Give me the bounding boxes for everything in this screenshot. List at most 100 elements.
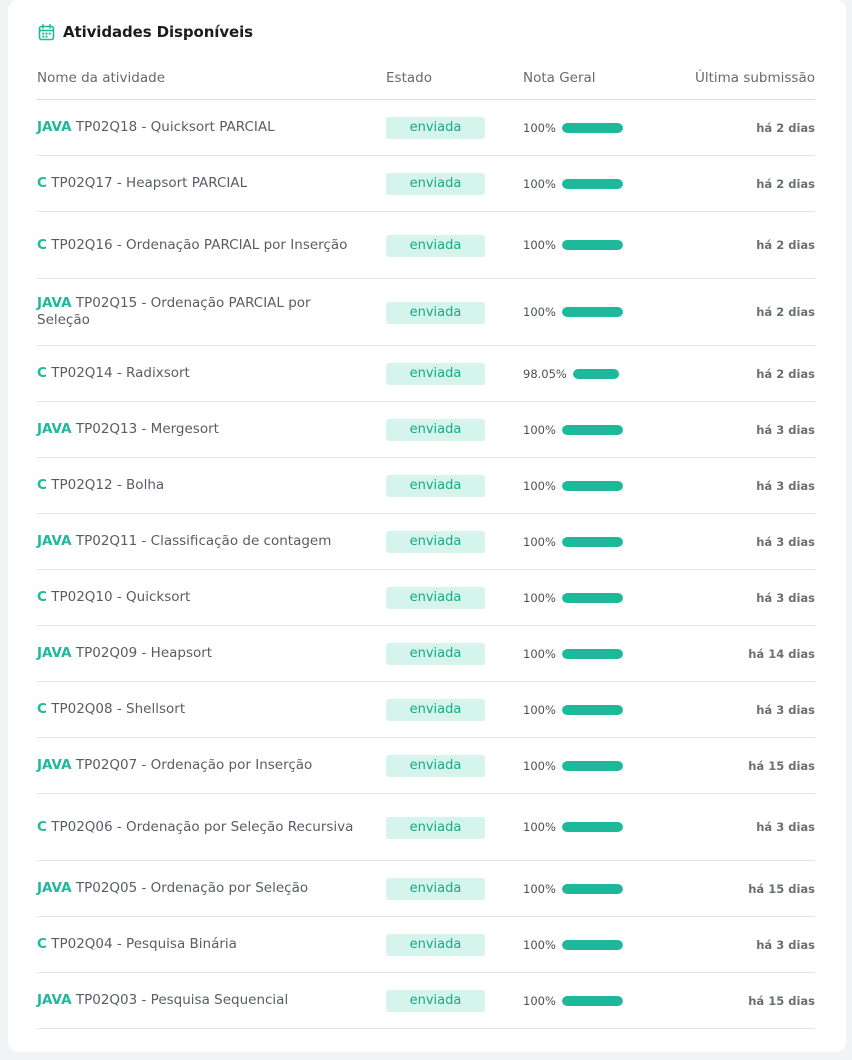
activity-name-cell[interactable]: C TP02Q16 - Ordenação PARCIAL por Inserç… <box>37 211 386 279</box>
activity-title[interactable]: TP02Q15 - Ordenação PARCIAL por Seleção <box>37 295 311 328</box>
grade-progress-fill <box>561 648 623 659</box>
header-state[interactable]: Estado <box>386 70 523 100</box>
activity-title[interactable]: TP02Q04 - Pesquisa Binária <box>51 936 237 952</box>
activity-title[interactable]: TP02Q13 - Mergesort <box>76 421 219 437</box>
state-cell: enviada <box>386 569 523 626</box>
language-label: C <box>37 936 47 952</box>
grade-cell: 100% <box>523 793 663 861</box>
last-submission-cell: há 15 dias <box>663 737 815 794</box>
activity-title[interactable]: TP02Q03 - Pesquisa Sequencial <box>76 992 288 1008</box>
status-badge: enviada <box>386 234 485 257</box>
activity-title[interactable]: TP02Q16 - Ordenação PARCIAL por Inserção <box>51 237 347 253</box>
grade-value: 100% <box>523 881 556 896</box>
table-row[interactable]: C TP02Q17 - Heapsort PARCIAL enviada 100% h… <box>37 155 815 212</box>
table-row[interactable]: JAVA TP02Q09 - Heapsort enviada 100% há 14 … <box>37 625 815 682</box>
grade-progress-fill <box>561 424 623 435</box>
table-body: JAVA TP02Q18 - Quicksort PARCIAL enviada 1… <box>37 99 815 1029</box>
table-row[interactable]: JAVA TP02Q05 - Ordenação por Seleção envi… <box>37 860 815 917</box>
activity-name-cell[interactable]: JAVA TP02Q09 - Heapsort <box>37 625 386 682</box>
activity-title[interactable]: TP02Q14 - Radixsort <box>51 365 190 381</box>
table-row[interactable]: JAVA TP02Q15 - Ordenação PARCIAL por Sel… <box>37 278 815 346</box>
header-grade[interactable]: Nota Geral <box>523 70 663 100</box>
language-label: C <box>37 818 47 835</box>
last-submission-cell: há 14 dias <box>663 625 815 682</box>
activity-title[interactable]: TP02Q11 - Classificação de contagem <box>76 533 332 549</box>
activity-name-cell[interactable]: JAVA TP02Q05 - Ordenação por Seleção <box>37 860 386 917</box>
state-cell: enviada <box>386 401 523 458</box>
status-badge: enviada <box>386 755 485 777</box>
state-cell: enviada <box>386 793 523 861</box>
activity-name-cell[interactable]: C TP02Q10 - Quicksort <box>37 569 386 626</box>
table-row[interactable]: C TP02Q12 - Bolha enviada 100% há 3 dias <box>37 457 815 514</box>
grade-progress-bar <box>561 995 623 1006</box>
language-label: JAVA <box>37 645 72 661</box>
activity-title[interactable]: TP02Q12 - Bolha <box>51 477 164 493</box>
last-submission-cell: há 3 dias <box>663 681 815 738</box>
activity-title[interactable]: TP02Q10 - Quicksort <box>51 589 190 605</box>
activity-name-cell[interactable]: JAVA TP02Q13 - Mergesort <box>37 401 386 458</box>
table-row[interactable]: C TP02Q14 - Radixsort enviada 98.05% há 2 d… <box>37 345 815 402</box>
grade-progress-bar <box>561 178 623 189</box>
last-submission-cell: há 3 dias <box>663 401 815 458</box>
grade-progress-fill <box>561 178 623 189</box>
grade-value: 100% <box>523 702 556 717</box>
last-submission-cell: há 15 dias <box>663 972 815 1029</box>
grade-cell: 100% <box>523 401 663 458</box>
table-row[interactable]: C TP02Q06 - Ordenação por Seleção Recurs… <box>37 793 815 861</box>
card-header: Atividades Disponíveis <box>38 22 253 42</box>
activity-title[interactable]: TP02Q17 - Heapsort PARCIAL <box>51 175 247 191</box>
activity-name-cell[interactable]: JAVA TP02Q15 - Ordenação PARCIAL por Sel… <box>37 278 386 346</box>
language-label: JAVA <box>37 992 72 1008</box>
activity-title[interactable]: TP02Q18 - Quicksort PARCIAL <box>76 119 275 135</box>
last-submission-cell: há 3 dias <box>663 916 815 973</box>
grade-progress-bar <box>572 368 620 379</box>
status-badge: enviada <box>386 816 485 839</box>
activity-title[interactable]: TP02Q05 - Ordenação por Seleção <box>76 880 308 896</box>
header-last-submission[interactable]: Última submissão <box>663 70 815 100</box>
grade-progress-fill <box>561 592 623 603</box>
grade-progress-fill <box>561 995 623 1006</box>
table-row[interactable]: C TP02Q04 - Pesquisa Binária enviada 100% h… <box>37 916 815 973</box>
table-row[interactable]: C TP02Q16 - Ordenação PARCIAL por Inserç… <box>37 211 815 279</box>
language-label: C <box>37 589 47 605</box>
state-cell: enviada <box>386 99 523 156</box>
activity-name-cell[interactable]: JAVA TP02Q18 - Quicksort PARCIAL <box>37 99 386 156</box>
activity-title[interactable]: TP02Q06 - Ordenação por Seleção Recursiv… <box>51 819 353 835</box>
header-name[interactable]: Nome da atividade <box>37 70 386 100</box>
table-row[interactable]: JAVA TP02Q07 - Ordenação por Inserção env… <box>37 737 815 794</box>
status-badge: enviada <box>386 699 485 721</box>
language-label: C <box>37 477 47 493</box>
grade-progress-fill <box>561 883 623 894</box>
table-row[interactable]: JAVA TP02Q11 - Classificação de contagem… <box>37 513 815 570</box>
table-row[interactable]: C TP02Q08 - Shellsort enviada 100% há 3 dia… <box>37 681 815 738</box>
state-cell: enviada <box>386 457 523 514</box>
activity-name-cell[interactable]: C TP02Q12 - Bolha <box>37 457 386 514</box>
language-label: JAVA <box>37 421 72 437</box>
activity-name-cell[interactable]: C TP02Q04 - Pesquisa Binária <box>37 916 386 973</box>
table-row[interactable]: JAVA TP02Q13 - Mergesort enviada 100% há 3 … <box>37 401 815 458</box>
table-row[interactable]: JAVA TP02Q18 - Quicksort PARCIAL enviada 1… <box>37 99 815 156</box>
language-label: JAVA <box>37 119 72 135</box>
activity-title[interactable]: TP02Q09 - Heapsort <box>76 645 212 661</box>
state-cell: enviada <box>386 681 523 738</box>
activity-name-cell[interactable]: C TP02Q14 - Radixsort <box>37 345 386 402</box>
grade-cell: 100% <box>523 211 663 279</box>
grade-value: 100% <box>523 590 556 605</box>
activity-name-cell[interactable]: C TP02Q08 - Shellsort <box>37 681 386 738</box>
grade-cell: 100% <box>523 99 663 156</box>
table-row[interactable]: C TP02Q10 - Quicksort enviada 100% há 3 dia… <box>37 569 815 626</box>
activity-name-cell[interactable]: C TP02Q17 - Heapsort PARCIAL <box>37 155 386 212</box>
grade-cell: 100% <box>523 681 663 738</box>
grade-progress-bar <box>561 480 623 491</box>
activity-name-cell[interactable]: C TP02Q06 - Ordenação por Seleção Recurs… <box>37 793 386 861</box>
activity-name-cell[interactable]: JAVA TP02Q03 - Pesquisa Sequencial <box>37 972 386 1029</box>
table-row[interactable]: JAVA TP02Q03 - Pesquisa Sequencial enviad… <box>37 972 815 1029</box>
state-cell: enviada <box>386 155 523 212</box>
activity-title[interactable]: TP02Q07 - Ordenação por Inserção <box>76 757 312 773</box>
activity-name-cell[interactable]: JAVA TP02Q11 - Classificação de contagem <box>37 513 386 570</box>
grade-progress-fill <box>561 760 623 771</box>
grade-progress-bar <box>561 704 623 715</box>
activity-name-cell[interactable]: JAVA TP02Q07 - Ordenação por Inserção <box>37 737 386 794</box>
state-cell: enviada <box>386 278 523 346</box>
activity-title[interactable]: TP02Q08 - Shellsort <box>51 701 185 717</box>
